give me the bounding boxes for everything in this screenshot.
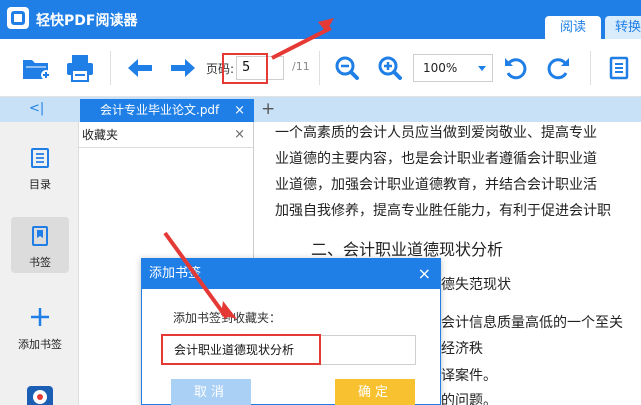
app-logo-icon <box>7 7 29 29</box>
document-heading: 二、会计职业道德现状分析 <box>311 240 504 259</box>
tab-convert[interactable]: 转换 <box>605 16 641 39</box>
toolbar-separator <box>110 51 111 85</box>
toolbar-separator <box>590 51 591 85</box>
document-line: 的问题。 <box>441 393 497 405</box>
rotate-right-icon[interactable] <box>545 52 573 84</box>
annotation-arrowhead <box>318 18 334 32</box>
sidebar: 目录 书签 添加书签 <box>0 122 79 405</box>
add-bookmark-dialog: 添加书签 × 添加书签到收藏夹： 会计职业道德现状分析 取消 确定 <box>141 258 441 405</box>
document-line: 业道德的主要内容，也是会计职业者遵循会计职业道 <box>275 151 597 167</box>
document-line: 经济秩 <box>441 341 483 357</box>
next-page-icon[interactable] <box>168 52 198 84</box>
sidebar-item-outline[interactable]: 目录 <box>11 139 69 195</box>
document-line: 德失范现状 <box>441 277 511 293</box>
favorites-title: 收藏夹 <box>82 128 119 142</box>
favorites-header: 收藏夹 × <box>79 122 253 148</box>
rotate-left-icon[interactable] <box>501 52 529 84</box>
document-line: 业道德，加强会计职业道德教育，并结合会计职业活 <box>275 177 597 193</box>
document-line: 一个高素质的会计人员应当做到爱岗敬业、提高专业 <box>275 125 597 141</box>
open-folder-icon[interactable] <box>20 52 52 84</box>
annotation-arrowhead <box>221 301 237 319</box>
close-icon[interactable]: × <box>418 259 431 289</box>
close-icon[interactable]: × <box>234 122 245 148</box>
zoom-in-icon[interactable] <box>376 52 404 84</box>
document-line: 加强自我修养，提高专业胜任能力，有利于促进会计职 <box>275 203 611 219</box>
ok-button[interactable]: 确定 <box>335 379 415 405</box>
document-tab-bar: <| 会计专业毕业论文.pdf × + <box>0 97 641 122</box>
app-badge-icon <box>27 386 53 405</box>
document-tab[interactable]: 会计专业毕业论文.pdf × <box>80 99 254 122</box>
document-view-icon[interactable] <box>606 52 632 84</box>
document-line: 会计信息质量高低的一个至关 <box>441 315 623 331</box>
outline-icon <box>31 148 49 168</box>
add-bookmark-icon <box>31 308 49 326</box>
toolbar: 页码: 5 /11 100% <box>0 39 641 97</box>
page-input-highlight <box>222 53 268 84</box>
document-line: 译案件。 <box>441 368 497 384</box>
zoom-out-icon[interactable] <box>333 52 361 84</box>
collapse-sidebar-button[interactable]: <| <box>29 101 44 116</box>
document-tab-label: 会计专业毕业论文.pdf <box>100 103 220 117</box>
bookmark-icon <box>32 226 48 246</box>
cancel-button[interactable]: 取消 <box>171 379 251 405</box>
add-tab-button[interactable]: + <box>261 97 275 121</box>
zoom-value: 100% <box>423 61 458 75</box>
sidebar-item-bookmark[interactable]: 书签 <box>11 217 69 273</box>
sidebar-item-add-bookmark[interactable]: 添加书签 <box>11 302 69 358</box>
print-icon[interactable] <box>64 52 96 84</box>
page-total: /11 <box>292 60 310 73</box>
sidebar-item-label: 目录 <box>29 178 51 191</box>
toolbar-separator <box>319 51 320 85</box>
close-tab-icon[interactable]: × <box>234 99 245 122</box>
bookmark-input-highlight <box>161 334 321 365</box>
zoom-select[interactable]: 100% <box>413 54 493 82</box>
app-title: 轻快PDF阅读器 <box>36 13 138 29</box>
sidebar-item-label: 添加书签 <box>18 338 62 351</box>
tab-read[interactable]: 阅读 <box>545 16 601 39</box>
prev-page-icon[interactable] <box>125 52 155 84</box>
chevron-down-icon <box>478 66 486 71</box>
sidebar-item-label: 书签 <box>29 256 51 269</box>
